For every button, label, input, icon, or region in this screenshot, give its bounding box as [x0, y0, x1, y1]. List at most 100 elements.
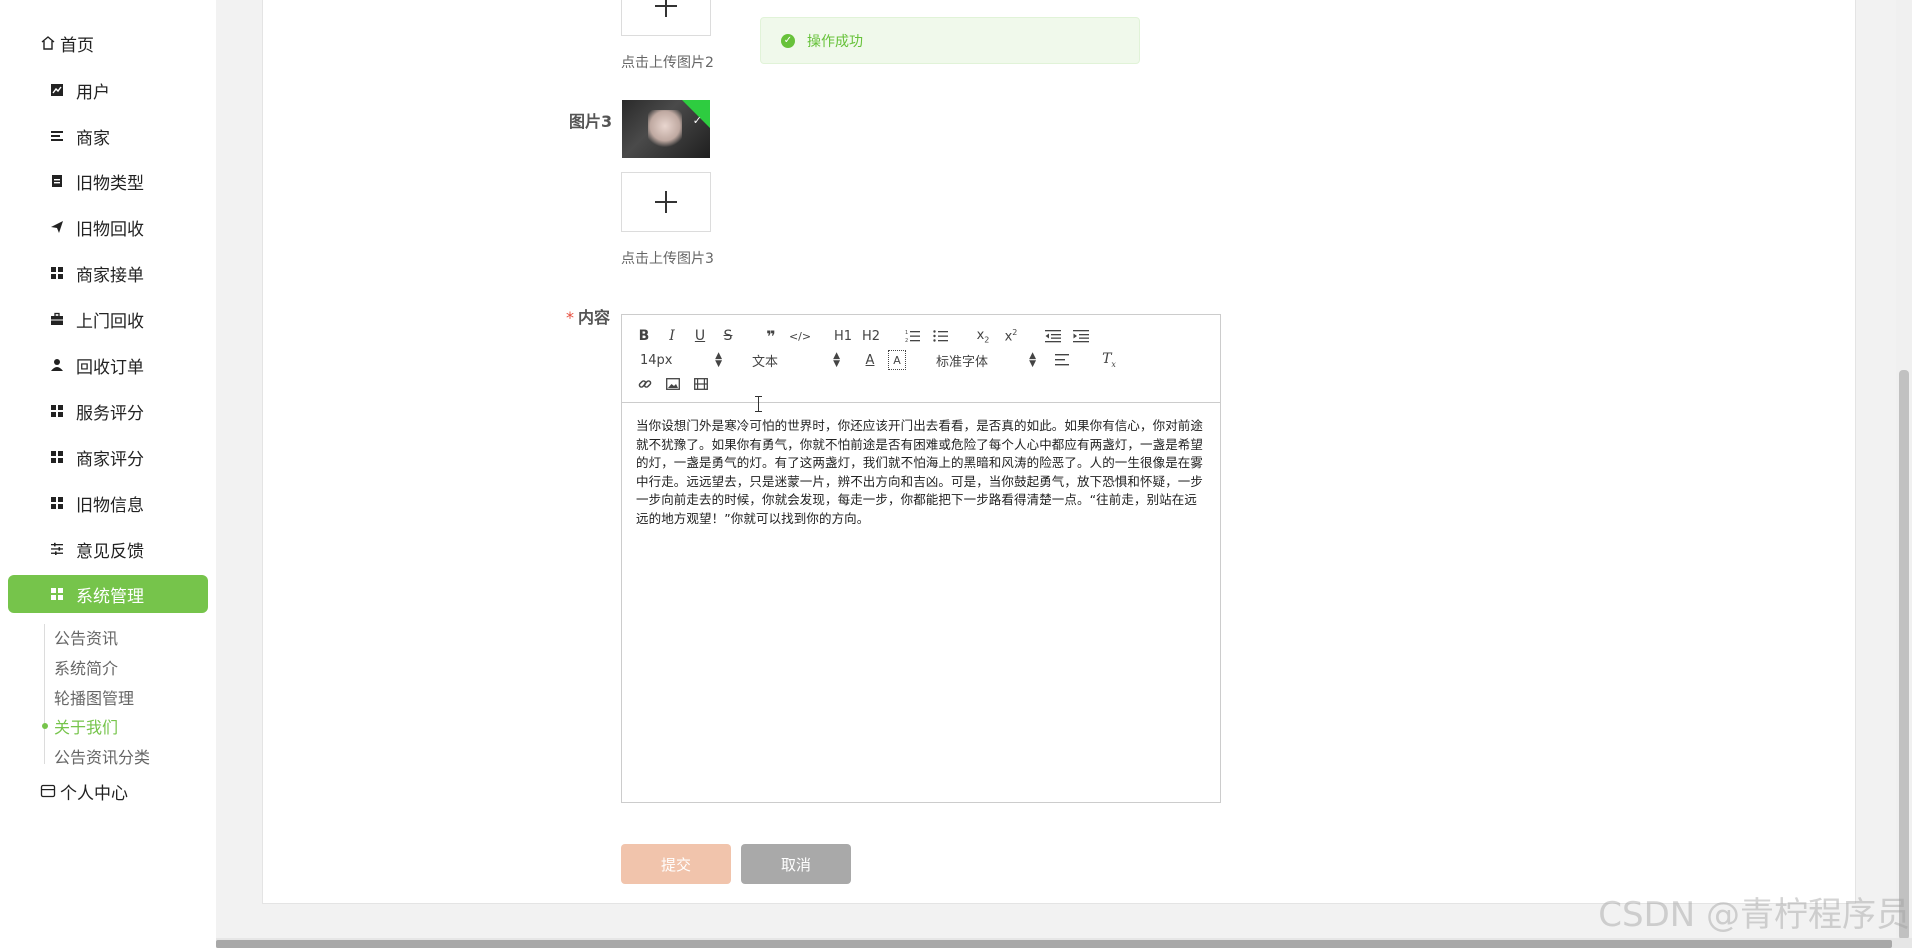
strike-button[interactable]: S	[720, 326, 736, 346]
sidebar: 首页 用户 商家 旧物类型 旧物回收 商家接单 上门回收 回收订单 服务评分 商…	[0, 0, 216, 948]
submenu-item-carousel[interactable]: 轮播图管理	[54, 684, 134, 710]
superscript-icon: x2	[1004, 327, 1018, 345]
upload-image3-button[interactable]	[621, 172, 711, 232]
submenu-item-label: 系统简介	[54, 659, 119, 678]
user-icon	[48, 356, 66, 374]
sidebar-item-label: 旧物信息	[76, 495, 144, 516]
italic-button[interactable]: I	[664, 326, 680, 346]
sidebar-item-label: 商家评分	[76, 449, 144, 470]
upload-image2-button[interactable]	[621, 0, 711, 36]
text-cursor-icon	[755, 396, 762, 412]
content-label-text: 内容	[578, 308, 611, 327]
link-button[interactable]	[636, 374, 654, 394]
submit-button[interactable]: 提交	[621, 844, 731, 884]
submenu-item-announcement-categories[interactable]: 公告资讯分类	[54, 743, 150, 769]
toast-message: 操作成功	[807, 33, 863, 50]
sidebar-item-recycling[interactable]: 旧物回收	[8, 208, 208, 246]
grid-icon	[48, 585, 66, 603]
editor-toolbar: B I U S ❞ </> H1 H2 12 x2 x2 14px ▲ ▼ 文本…	[622, 315, 1220, 403]
h1-icon: H1	[833, 328, 853, 344]
sidebar-item-home[interactable]: 首页	[40, 28, 94, 58]
font-family-select[interactable]: 标准字体 ▲ ▼	[936, 350, 1036, 370]
select-arrows-icon: ▲ ▼	[833, 351, 840, 369]
underline-icon: U	[694, 328, 706, 344]
sidebar-item-personal-center[interactable]: 个人中心	[40, 776, 128, 806]
sidebar-item-system-management[interactable]: 系统管理	[8, 575, 208, 613]
outdent-icon	[1045, 330, 1061, 343]
font-size-select[interactable]: 14px ▲ ▼	[640, 350, 722, 370]
indent-button[interactable]	[1072, 326, 1090, 346]
thumbnail-photo	[648, 110, 682, 150]
sidebar-item-merchants[interactable]: 商家	[8, 117, 208, 155]
clear-format-icon: Tx	[1102, 351, 1116, 369]
blockquote-button[interactable]: ❞	[762, 326, 780, 346]
bullet-list-icon	[933, 330, 948, 342]
sidebar-item-merchant-rating[interactable]: 商家评分	[8, 438, 208, 476]
sidebar-item-label: 旧物回收	[76, 219, 144, 240]
check-icon: ✓	[692, 114, 702, 127]
paragraph-select[interactable]: 文本 ▲ ▼	[752, 350, 840, 370]
watermark: CSDN @青柠程序员	[1598, 895, 1910, 935]
sidebar-item-users[interactable]: 用户	[8, 71, 208, 109]
content-label: * 内容	[566, 304, 610, 328]
code-block-button[interactable]: </>	[789, 326, 811, 346]
underline-button[interactable]: U	[692, 326, 708, 346]
sidebar-item-label: 商家接单	[76, 265, 144, 286]
sidebar-item-label: 旧物类型	[76, 173, 144, 194]
sidebar-item-label: 系统管理	[76, 586, 144, 607]
quote-icon: ❞	[766, 326, 776, 346]
submenu-item-announcements[interactable]: 公告资讯	[54, 624, 118, 650]
sidebar-item-item-info[interactable]: 旧物信息	[8, 484, 208, 522]
image3-thumbnail[interactable]: ✓	[622, 100, 710, 158]
font-family-value: 标准字体	[936, 354, 989, 370]
sidebar-item-door-pickup[interactable]: 上门回收	[8, 300, 208, 338]
image-icon	[666, 378, 680, 390]
paragraph-value: 文本	[752, 354, 779, 370]
sliders-icon	[48, 540, 66, 558]
bullet-list-button[interactable]	[932, 326, 950, 346]
sidebar-item-recycle-orders[interactable]: 回收订单	[8, 346, 208, 384]
sidebar-item-label: 回收订单	[76, 357, 144, 378]
sidebar-item-item-types[interactable]: 旧物类型	[8, 162, 208, 200]
strikethrough-icon: S	[723, 328, 733, 344]
align-button[interactable]	[1054, 350, 1072, 370]
image3-label: 图片3	[569, 112, 613, 131]
submenu-item-label: 公告资讯	[54, 629, 119, 648]
grid-icon	[48, 402, 66, 420]
submenu-item-about-us[interactable]: 关于我们	[54, 713, 118, 739]
plus-icon	[655, 0, 677, 17]
vertical-scrollbar-thumb[interactable]	[1899, 370, 1909, 940]
grid-icon	[48, 264, 66, 282]
sidebar-item-feedback[interactable]: 意见反馈	[8, 530, 208, 568]
background-color-button[interactable]: A	[888, 350, 906, 370]
submenu-line	[44, 624, 45, 764]
h1-button[interactable]: H1	[832, 326, 854, 346]
subscript-icon: x2	[976, 327, 990, 345]
bold-button[interactable]: B	[636, 326, 652, 346]
background-color-icon: A	[893, 353, 901, 367]
editor-content[interactable]: 当你设想门外是寒冷可怕的世界时，你还应该开门出去看看，是否真的如此。如果你有信心…	[636, 417, 1208, 528]
outdent-button[interactable]	[1044, 326, 1062, 346]
svg-text:1: 1	[905, 330, 908, 336]
clear-format-button[interactable]: Tx	[1100, 350, 1118, 370]
sidebar-item-service-rating[interactable]: 服务评分	[8, 392, 208, 430]
submenu-item-system-intro[interactable]: 系统简介	[54, 654, 118, 680]
list-icon	[48, 127, 66, 145]
subscript-button[interactable]: x2	[974, 326, 992, 346]
image-button[interactable]	[664, 374, 682, 394]
sidebar-item-label: 首页	[60, 35, 94, 56]
rich-text-editor[interactable]: B I U S ❞ </> H1 H2 12 x2 x2 14px ▲ ▼ 文本…	[621, 314, 1221, 803]
cancel-button[interactable]: 取消	[741, 844, 851, 884]
text-color-icon: A	[865, 352, 875, 368]
send-icon	[48, 218, 66, 236]
ordered-list-button[interactable]: 12	[904, 326, 922, 346]
horizontal-scrollbar-thumb[interactable]	[216, 940, 1892, 948]
video-button[interactable]	[692, 374, 710, 394]
superscript-button[interactable]: x2	[1002, 326, 1020, 346]
h2-button[interactable]: H2	[860, 326, 882, 346]
upload-image2-hint: 点击上传图片2	[621, 55, 714, 71]
text-color-button[interactable]: A	[862, 350, 878, 370]
submenu-item-label: 关于我们	[54, 718, 119, 737]
sidebar-item-merchant-orders[interactable]: 商家接单	[8, 254, 208, 292]
check-circle-icon: ✓	[781, 33, 795, 48]
